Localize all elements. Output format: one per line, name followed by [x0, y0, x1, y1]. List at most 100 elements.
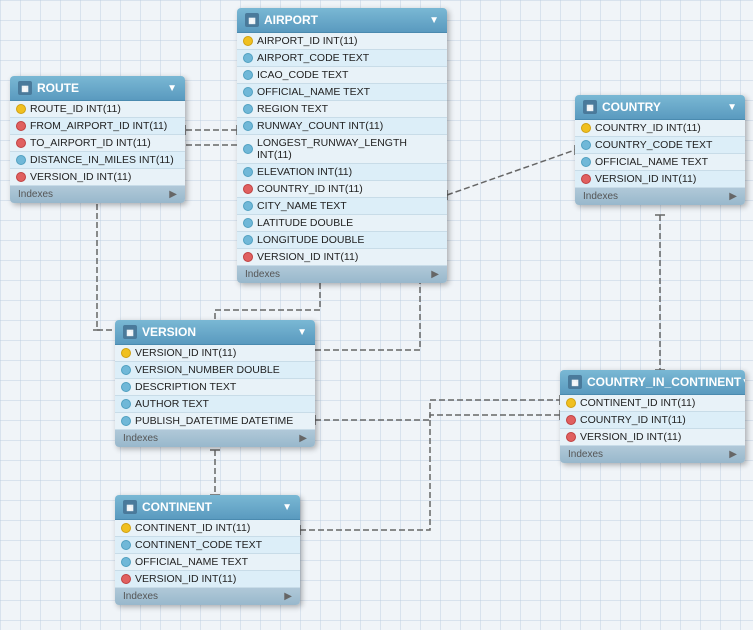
- table-row: CONTINENT_ID INT(11): [115, 520, 300, 537]
- footer-arrow[interactable]: ▶: [729, 191, 737, 202]
- fk-icon: [243, 184, 253, 194]
- field-icon: [121, 399, 131, 409]
- country-title: COUNTRY: [602, 100, 661, 114]
- fk-icon: [566, 432, 576, 442]
- route-table: ▦ ROUTE ▼ ROUTE_ID INT(11) FROM_AIRPORT_…: [10, 76, 185, 203]
- route-header: ▦ ROUTE ▼: [10, 76, 185, 101]
- field-icon: [581, 140, 591, 150]
- table-row: COUNTRY_ID INT(11): [237, 181, 447, 198]
- field-icon: [243, 87, 253, 97]
- field-icon: [121, 382, 131, 392]
- table-row: COUNTRY_ID INT(11): [560, 412, 745, 429]
- table-row: VERSION_ID INT(11): [237, 249, 447, 266]
- version-table: ▦ VERSION ▼ VERSION_ID INT(11) VERSION_N…: [115, 320, 315, 447]
- table-row: ELEVATION INT(11): [237, 164, 447, 181]
- table-row: PUBLISH_DATETIME DATETIME: [115, 413, 315, 430]
- pk-icon: [566, 398, 576, 408]
- country-table: ▦ COUNTRY ▼ COUNTRY_ID INT(11) COUNTRY_C…: [575, 95, 745, 205]
- table-row: FROM_AIRPORT_ID INT(11): [10, 118, 185, 135]
- continent-body: CONTINENT_ID INT(11) CONTINENT_CODE TEXT…: [115, 520, 300, 588]
- field-icon: [121, 416, 131, 426]
- footer-arrow[interactable]: ▶: [169, 189, 177, 200]
- continent-title: CONTINENT: [142, 500, 212, 514]
- fk-icon: [16, 172, 26, 182]
- country-footer: Indexes ▶: [575, 188, 745, 205]
- field-icon: [243, 121, 253, 131]
- country-body: COUNTRY_ID INT(11) COUNTRY_CODE TEXT OFF…: [575, 120, 745, 188]
- table-row: COUNTRY_CODE TEXT: [575, 137, 745, 154]
- field-icon: [243, 70, 253, 80]
- cic-footer: Indexes ▶: [560, 446, 745, 463]
- table-row: REGION TEXT: [237, 101, 447, 118]
- footer-arrow[interactable]: ▶: [729, 449, 737, 460]
- field-icon: [121, 365, 131, 375]
- field-icon: [243, 218, 253, 228]
- table-row: OFFICIAL_NAME TEXT: [115, 554, 300, 571]
- field-icon: [243, 144, 253, 154]
- indexes-label: Indexes: [123, 591, 158, 602]
- table-row: VERSION_NUMBER DOUBLE: [115, 362, 315, 379]
- table-row: CONTINENT_ID INT(11): [560, 395, 745, 412]
- airport-table-icon: ▦: [245, 13, 259, 27]
- airport-body: AIRPORT_ID INT(11) AIRPORT_CODE TEXT ICA…: [237, 33, 447, 266]
- continent-chevron[interactable]: ▼: [282, 502, 292, 513]
- version-title: VERSION: [142, 325, 196, 339]
- table-row: LONGEST_RUNWAY_LENGTH INT(11): [237, 135, 447, 164]
- table-row: TO_AIRPORT_ID INT(11): [10, 135, 185, 152]
- table-row: ICAO_CODE TEXT: [237, 67, 447, 84]
- country-header: ▦ COUNTRY ▼: [575, 95, 745, 120]
- version-table-icon: ▦: [123, 325, 137, 339]
- route-table-icon: ▦: [18, 81, 32, 95]
- country-in-continent-table: ▦ COUNTRY_IN_CONTINENT ▼ CONTINENT_ID IN…: [560, 370, 745, 463]
- field-icon: [243, 167, 253, 177]
- airport-chevron[interactable]: ▼: [429, 15, 439, 26]
- table-row: COUNTRY_ID INT(11): [575, 120, 745, 137]
- table-row: DISTANCE_IN_MILES INT(11): [10, 152, 185, 169]
- table-row: OFFICIAL_NAME TEXT: [575, 154, 745, 171]
- field-icon: [121, 557, 131, 567]
- table-row: VERSION_ID INT(11): [560, 429, 745, 446]
- table-row: LATITUDE DOUBLE: [237, 215, 447, 232]
- fk-icon: [16, 138, 26, 148]
- table-row: AUTHOR TEXT: [115, 396, 315, 413]
- field-icon: [16, 155, 26, 165]
- continent-table: ▦ CONTINENT ▼ CONTINENT_ID INT(11) CONTI…: [115, 495, 300, 605]
- country-in-continent-header: ▦ COUNTRY_IN_CONTINENT ▼: [560, 370, 745, 395]
- cic-title: COUNTRY_IN_CONTINENT: [587, 375, 741, 389]
- footer-arrow[interactable]: ▶: [284, 591, 292, 602]
- route-footer: Indexes ▶: [10, 186, 185, 203]
- cic-chevron[interactable]: ▼: [741, 377, 745, 388]
- airport-header: ▦ AIRPORT ▼: [237, 8, 447, 33]
- fk-icon: [16, 121, 26, 131]
- airport-title: AIRPORT: [264, 13, 318, 27]
- table-row: LONGITUDE DOUBLE: [237, 232, 447, 249]
- field-icon: [243, 201, 253, 211]
- footer-arrow[interactable]: ▶: [299, 433, 307, 444]
- version-footer: Indexes ▶: [115, 430, 315, 447]
- continent-header: ▦ CONTINENT ▼: [115, 495, 300, 520]
- pk-icon: [581, 123, 591, 133]
- version-chevron[interactable]: ▼: [297, 327, 307, 338]
- route-body: ROUTE_ID INT(11) FROM_AIRPORT_ID INT(11)…: [10, 101, 185, 186]
- airport-footer: Indexes ▶: [237, 266, 447, 283]
- fk-icon: [243, 252, 253, 262]
- country-chevron[interactable]: ▼: [727, 102, 737, 113]
- field-icon: [581, 157, 591, 167]
- country-table-icon: ▦: [583, 100, 597, 114]
- table-row: OFFICIAL_NAME TEXT: [237, 84, 447, 101]
- table-row: CITY_NAME TEXT: [237, 198, 447, 215]
- footer-arrow[interactable]: ▶: [431, 269, 439, 280]
- field-icon: [243, 104, 253, 114]
- indexes-label: Indexes: [123, 433, 158, 444]
- indexes-label: Indexes: [583, 191, 618, 202]
- field-icon: [121, 540, 131, 550]
- field-icon: [243, 53, 253, 63]
- table-row: RUNWAY_COUNT INT(11): [237, 118, 447, 135]
- table-row: DESCRIPTION TEXT: [115, 379, 315, 396]
- indexes-label: Indexes: [568, 449, 603, 460]
- table-row: ROUTE_ID INT(11): [10, 101, 185, 118]
- indexes-label: Indexes: [18, 189, 53, 200]
- table-row: VERSION_ID INT(11): [115, 345, 315, 362]
- fk-icon: [581, 174, 591, 184]
- route-chevron[interactable]: ▼: [167, 83, 177, 94]
